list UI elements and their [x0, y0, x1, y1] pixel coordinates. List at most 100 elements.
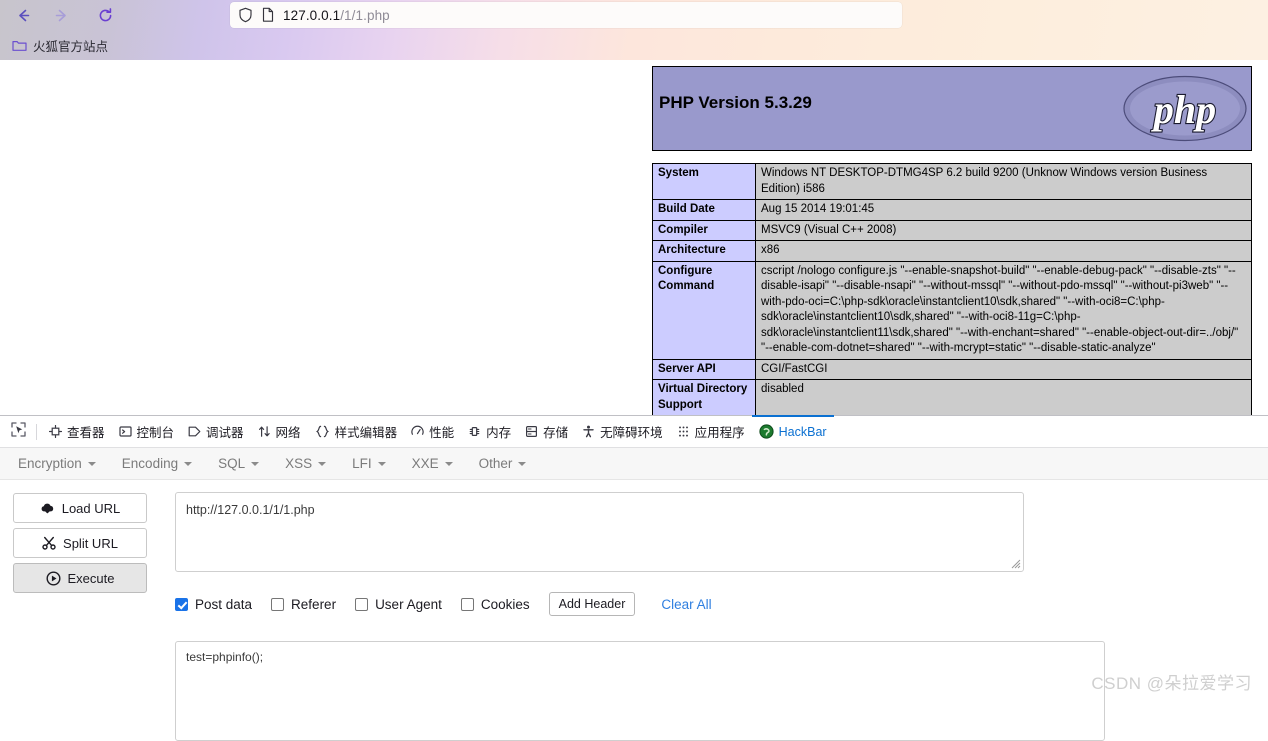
url-path: /1/1.php	[340, 8, 390, 23]
tab-storage[interactable]: 存储	[518, 416, 575, 448]
phpinfo-output: PHP Version 5.3.29 php System Windows NT…	[652, 66, 1252, 415]
row-value: cscript /nologo configure.js "--enable-s…	[756, 261, 1252, 359]
checkbox-post-data[interactable]: Post data	[175, 597, 252, 612]
load-url-button[interactable]: Load URL	[13, 493, 147, 523]
checkbox-box[interactable]	[271, 598, 284, 611]
checkbox-box[interactable]	[355, 598, 368, 611]
shield-icon[interactable]	[238, 7, 253, 23]
execute-button[interactable]: Execute	[13, 563, 147, 593]
table-row: System Windows NT DESKTOP-DTMG4SP 6.2 bu…	[653, 164, 1252, 200]
menu-label: Encryption	[18, 456, 82, 471]
button-label: Load URL	[62, 501, 121, 516]
menu-label: Other	[479, 456, 513, 471]
tab-performance[interactable]: 性能	[404, 416, 461, 448]
checkbox-referer[interactable]: Referer	[271, 597, 336, 612]
menu-encoding[interactable]: Encoding	[122, 456, 192, 471]
row-key: Configure Command	[653, 261, 756, 359]
accessibility-icon	[582, 425, 595, 438]
debugger-icon	[188, 425, 201, 438]
tab-label: 无障碍环境	[600, 422, 663, 441]
tab-debugger[interactable]: 调试器	[181, 416, 251, 448]
tab-label: 应用程序	[695, 422, 745, 441]
chevron-down-icon	[251, 462, 259, 466]
hackbar-action-buttons: Load URL Split URL Execute	[13, 493, 147, 598]
checkbox-label: Cookies	[481, 597, 530, 612]
menu-label: SQL	[218, 456, 245, 471]
tab-application[interactable]: 应用程序	[670, 416, 752, 448]
forward-button[interactable]	[46, 2, 76, 28]
arrow-left-icon	[15, 7, 32, 24]
url-textarea[interactable]: http://127.0.0.1/1/1.php	[175, 492, 1024, 572]
svg-text:php: php	[1151, 87, 1216, 132]
url-bar[interactable]: 127.0.0.1/1/1.php	[230, 2, 902, 28]
tab-hackbar[interactable]: HackBar	[752, 416, 834, 448]
table-row: Virtual Directory Support disabled	[653, 380, 1252, 415]
application-icon	[677, 425, 690, 438]
tab-label: 性能	[429, 422, 454, 441]
row-key: Architecture	[653, 241, 756, 262]
menu-other[interactable]: Other	[479, 456, 527, 471]
table-row: Compiler MSVC9 (Visual C++ 2008)	[653, 220, 1252, 241]
checkbox-user-agent[interactable]: User Agent	[355, 597, 442, 612]
play-circle-icon	[46, 571, 61, 586]
row-value: CGI/FastCGI	[756, 359, 1252, 380]
tab-label: 样式编辑器	[335, 422, 398, 441]
element-picker-button[interactable]	[4, 419, 32, 445]
element-picker-icon	[11, 422, 26, 442]
tab-style-editor[interactable]: 样式编辑器	[308, 416, 405, 448]
clear-all-link[interactable]: Clear All	[661, 597, 711, 612]
tab-console[interactable]: 控制台	[112, 416, 182, 448]
add-header-button[interactable]: Add Header	[549, 592, 636, 616]
browser-nav-row: 127.0.0.1/1/1.php	[0, 0, 1268, 30]
menu-xxe[interactable]: XXE	[412, 456, 453, 471]
tab-label: 网络	[276, 422, 301, 441]
tab-accessibility[interactable]: 无障碍环境	[575, 416, 670, 448]
row-value: disabled	[756, 380, 1252, 415]
hackbar-options-row: Post data Referer User Agent Cookies Add…	[175, 592, 712, 616]
url-host: 127.0.0.1	[283, 8, 340, 23]
page-viewport: PHP Version 5.3.29 php System Windows NT…	[0, 60, 1268, 415]
browser-chrome: 127.0.0.1/1/1.php 火狐官方站点	[0, 0, 1268, 60]
reload-button[interactable]	[90, 2, 120, 28]
bookmark-item-firefox-official[interactable]: 火狐官方站点	[6, 34, 114, 57]
checkbox-label: Post data	[195, 597, 252, 612]
storage-icon	[525, 425, 538, 438]
scissors-icon	[42, 536, 56, 550]
tab-network[interactable]: 网络	[251, 416, 308, 448]
menu-sql[interactable]: SQL	[218, 456, 259, 471]
table-row: Build Date Aug 15 2014 19:01:45	[653, 200, 1252, 221]
checkbox-cookies[interactable]: Cookies	[461, 597, 530, 612]
tab-label: 调试器	[206, 422, 244, 441]
bookmark-label: 火狐官方站点	[33, 36, 108, 55]
chevron-down-icon	[378, 462, 386, 466]
back-button[interactable]	[8, 2, 38, 28]
toolbar-divider	[36, 424, 37, 440]
split-url-button[interactable]: Split URL	[13, 528, 147, 558]
resize-grip[interactable]	[1009, 557, 1021, 569]
folder-icon	[12, 39, 27, 52]
cloud-download-icon	[40, 502, 55, 515]
checkbox-box[interactable]	[461, 598, 474, 611]
tab-label: 查看器	[67, 422, 105, 441]
tab-memory[interactable]: 内存	[461, 416, 518, 448]
checkbox-box[interactable]	[175, 598, 188, 611]
console-icon	[119, 425, 132, 438]
checkbox-label: Referer	[291, 597, 336, 612]
menu-xss[interactable]: XSS	[285, 456, 326, 471]
tab-inspector[interactable]: 查看器	[42, 416, 112, 448]
phpinfo-table: System Windows NT DESKTOP-DTMG4SP 6.2 bu…	[652, 163, 1252, 415]
menu-label: XSS	[285, 456, 312, 471]
php-version-title: PHP Version 5.3.29	[659, 93, 812, 113]
inspector-icon	[49, 425, 62, 438]
row-value: MSVC9 (Visual C++ 2008)	[756, 220, 1252, 241]
reload-icon	[97, 7, 114, 24]
performance-icon	[411, 425, 424, 438]
menu-lfi[interactable]: LFI	[352, 456, 386, 471]
hackbar-icon	[759, 424, 774, 439]
chevron-down-icon	[518, 462, 526, 466]
menu-encryption[interactable]: Encryption	[18, 456, 96, 471]
page-document-icon[interactable]	[261, 7, 275, 23]
menu-label: XXE	[412, 456, 439, 471]
bookmarks-bar: 火狐官方站点	[0, 32, 1268, 58]
post-data-textarea[interactable]: test=phpinfo();	[175, 641, 1105, 741]
